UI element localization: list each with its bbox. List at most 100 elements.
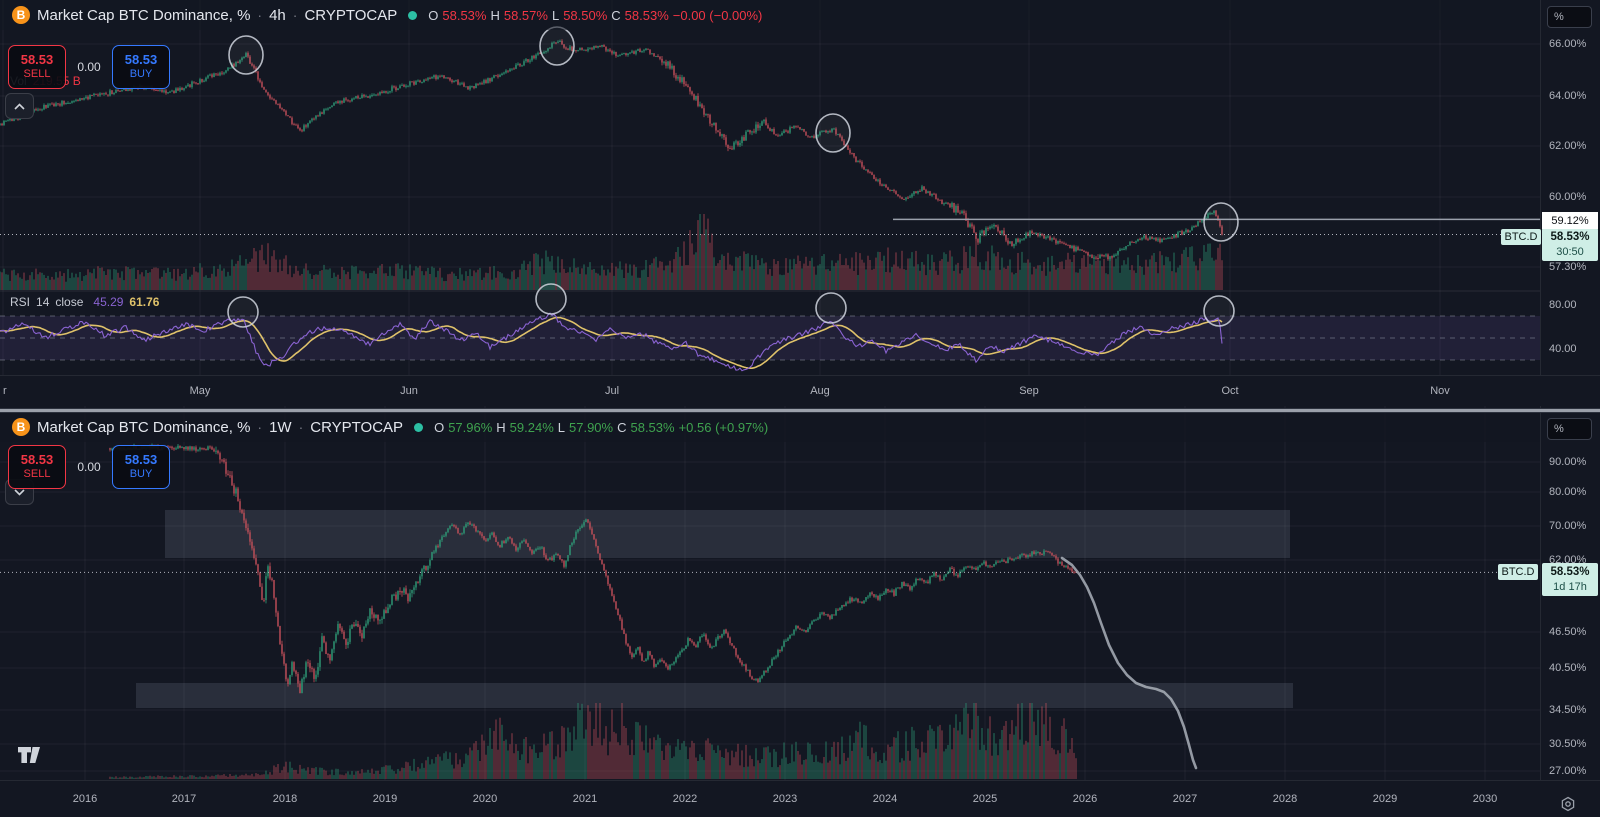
price-axis-4h[interactable]: 66.00% 64.00% 62.00% 60.00% 57.30% 80.00 40.00: [1540, 0, 1600, 375]
timezone-settings-button[interactable]: [1560, 796, 1576, 812]
open-value: 58.53%: [442, 7, 487, 23]
time-label: 2028: [1272, 793, 1298, 805]
last-price-value: 58.53%: [1550, 231, 1590, 243]
time-axis-1w[interactable]: 2016 2017 2018 2019 2020 2021 2022 2023 2024 2025…: [0, 780, 1600, 817]
time-label: Oct: [1221, 385, 1239, 397]
tradingview-logo[interactable]: [16, 744, 42, 766]
price-tick: 57.30%: [1549, 261, 1587, 273]
time-label: 2016: [72, 793, 98, 805]
price-tick: 90.00%: [1549, 456, 1587, 468]
chevron-down-icon: [14, 488, 25, 496]
chevron-up-icon: [14, 102, 25, 110]
time-label: 2019: [372, 793, 398, 805]
separator-dot: ·: [298, 419, 304, 435]
open-label: O: [434, 419, 445, 435]
sell-label: SELL: [23, 468, 51, 481]
price-tick: 34.50%: [1549, 704, 1587, 716]
section-resize-divider[interactable]: [0, 408, 1600, 413]
symbol-axis-badge: BTC.D: [1498, 564, 1538, 580]
separator-dot: ·: [257, 7, 263, 23]
time-label: 2022: [672, 793, 698, 805]
time-label: 2026: [1072, 793, 1098, 805]
percent-scale-button[interactable]: %: [1547, 418, 1592, 440]
bar-countdown: 1d 17h: [1553, 581, 1587, 593]
buy-button[interactable]: 58.53 BUY: [112, 45, 170, 89]
last-price-badge: 58.53% 1d 17h: [1542, 563, 1598, 596]
price-tick: 80.00: [1549, 299, 1577, 311]
high-value: 58.57%: [503, 7, 548, 23]
price-tick: 70.00%: [1549, 520, 1587, 532]
time-label: Aug: [810, 385, 830, 397]
gear-icon: [1561, 796, 1575, 812]
interval-label[interactable]: 4h: [269, 7, 286, 24]
rsi-value: 45.29: [93, 295, 124, 309]
sell-price: 58.53: [20, 52, 54, 68]
tradingview-multichart: B Market Cap BTC Dominance, % · 4h · CRY…: [0, 0, 1600, 817]
high-label: H: [496, 419, 506, 435]
rsi-source: close: [55, 295, 84, 309]
price-chart-1w[interactable]: [0, 405, 1540, 780]
last-price-value: 58.53%: [1550, 566, 1590, 578]
time-label: 2030: [1472, 793, 1498, 805]
chart-section-4h: B Market Cap BTC Dominance, % · 4h · CRY…: [0, 0, 1600, 406]
symbol-axis-badge: BTC.D: [1501, 229, 1541, 245]
low-value: 58.50%: [563, 7, 608, 23]
rsi-ma-value: 61.76: [129, 295, 160, 309]
exchange-label[interactable]: CRYPTOCAP: [304, 7, 397, 24]
time-label: 2029: [1372, 793, 1398, 805]
rsi-length: 14: [36, 295, 50, 309]
time-label: 2024: [872, 793, 898, 805]
percent-scale-button[interactable]: %: [1547, 6, 1592, 28]
close-value: 58.53%: [624, 7, 669, 23]
last-price-badge: 58.53% 30:50: [1542, 228, 1598, 261]
bitcoin-icon: B: [12, 418, 30, 436]
sell-button[interactable]: 58.53 SELL: [8, 445, 66, 489]
price-tick: 27.00%: [1549, 765, 1587, 777]
time-label: 2018: [272, 793, 298, 805]
price-tick: 40.50%: [1549, 662, 1587, 674]
time-label: 2025: [972, 793, 998, 805]
buy-button[interactable]: 58.53 BUY: [112, 445, 170, 489]
chart-header-4h: B Market Cap BTC Dominance, % · 4h · CRY…: [0, 0, 1540, 30]
price-tick: 40.00: [1549, 343, 1577, 355]
sell-button[interactable]: 58.53 SELL: [8, 45, 66, 89]
collapse-pane-button[interactable]: [5, 93, 34, 119]
price-chart-4h[interactable]: [0, 0, 1540, 375]
market-status-icon[interactable]: [408, 10, 418, 20]
open-value: 57.96%: [448, 419, 493, 435]
drawing-price-label: 59.12%: [1542, 212, 1598, 229]
interval-label[interactable]: 1W: [269, 419, 292, 436]
time-label: Sep: [1019, 385, 1039, 397]
low-label: L: [551, 7, 560, 23]
low-value: 57.90%: [569, 419, 614, 435]
close-value: 58.53%: [630, 419, 675, 435]
change-value: +0.56 (+0.97%): [678, 419, 769, 435]
spread-value: 0.00: [77, 460, 101, 474]
time-axis-4h[interactable]: r May Jun Jul Aug Sep Oct Nov: [0, 375, 1600, 406]
change-value: −0.00 (−0.00%): [672, 7, 763, 23]
time-label: May: [189, 385, 211, 397]
time-label: 2020: [472, 793, 498, 805]
price-tick: 62.00%: [1549, 140, 1587, 152]
separator-dot: ·: [257, 419, 263, 435]
sell-price: 58.53: [20, 452, 54, 468]
time-label: Jul: [604, 385, 620, 397]
close-label: C: [611, 7, 621, 23]
time-label: 2021: [572, 793, 598, 805]
symbol-title[interactable]: Market Cap BTC Dominance, %: [37, 419, 250, 436]
rsi-name: RSI: [10, 295, 31, 309]
time-label: 2023: [772, 793, 798, 805]
exchange-label[interactable]: CRYPTOCAP: [310, 419, 403, 436]
price-tick: 30.50%: [1549, 738, 1587, 750]
chart-section-1w: B Market Cap BTC Dominance, % · 1W · CRY…: [0, 405, 1600, 817]
open-label: O: [428, 7, 439, 23]
time-label: 2027: [1172, 793, 1198, 805]
price-tick: 64.00%: [1549, 90, 1587, 102]
rsi-legend[interactable]: RSI 14 close 45.29 61.76: [10, 295, 159, 309]
price-tick: 80.00%: [1549, 486, 1587, 498]
ohlc-row: O 57.96% H 59.24% L 57.90% C 58.53% +0.56 (+…: [434, 420, 768, 435]
market-status-icon[interactable]: [414, 422, 424, 432]
time-label: r: [3, 385, 7, 397]
symbol-title[interactable]: Market Cap BTC Dominance, %: [37, 7, 250, 24]
buy-price: 58.53: [124, 452, 158, 468]
